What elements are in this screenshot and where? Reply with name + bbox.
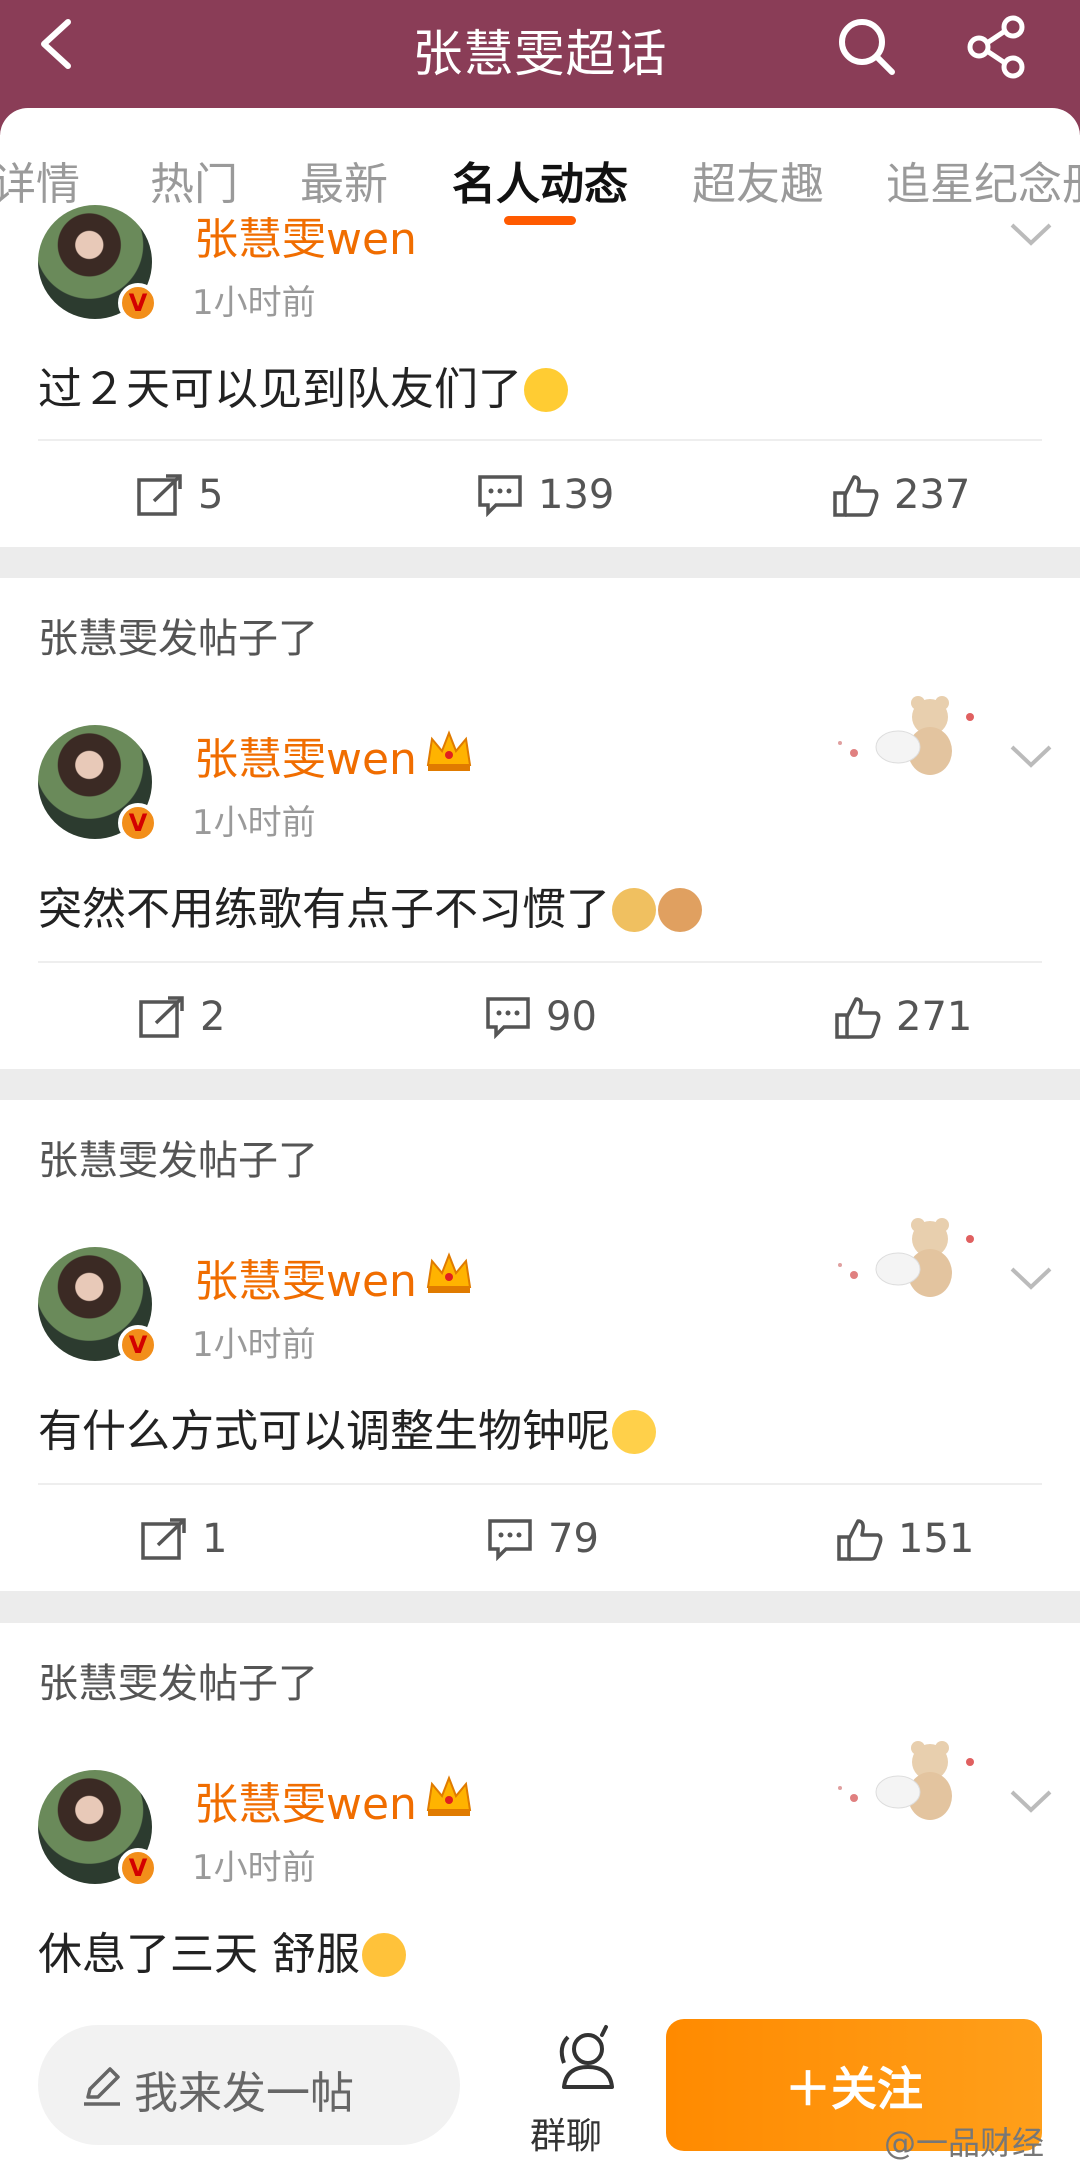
tab-fan-fun[interactable]: 超友趣: [692, 148, 824, 212]
compose-post-button[interactable]: 我来发一帖: [38, 2025, 460, 2145]
chevron-down-icon[interactable]: [1008, 1263, 1054, 1293]
relieved-emoji-icon: [362, 1933, 406, 1977]
avatar[interactable]: V: [38, 1247, 158, 1365]
divider: [38, 1483, 1042, 1485]
repost-button[interactable]: 2: [138, 992, 268, 1042]
group-chat-button[interactable]: 群聊: [520, 2023, 650, 2157]
section-header: 张慧雯发帖子了: [0, 1100, 1080, 1205]
group-chat-label: 群聊: [530, 2116, 603, 2157]
repost-count: 5: [198, 472, 224, 518]
watermark: @一品财经: [884, 2124, 1045, 2162]
comment-button[interactable]: 90: [484, 992, 634, 1042]
crown-badge-icon: [426, 1775, 472, 1816]
post-text: 突然不用练歌有点子不习惯了: [38, 873, 702, 937]
post-time: 1小时前: [192, 283, 316, 323]
crown-badge-icon: [426, 1252, 472, 1293]
post-text-content: 有什么方式可以调整生物钟呢: [38, 1406, 610, 1457]
repost-icon: [139, 996, 184, 1038]
doge-emoji-icon: [612, 888, 656, 932]
post-text-content: 休息了三天 舒服: [38, 1929, 360, 1980]
repost-count: 1: [202, 1516, 228, 1562]
comment-count: 79: [548, 1516, 599, 1562]
comment-button[interactable]: 79: [486, 1514, 636, 1564]
verified-badge: V: [118, 1325, 158, 1365]
author-name[interactable]: 张慧雯wen: [194, 203, 417, 267]
post-time: 1小时前: [192, 1848, 316, 1888]
comment-button[interactable]: 139: [476, 470, 626, 520]
chevron-down-icon[interactable]: [1008, 219, 1054, 249]
section-header: 张慧雯发帖子了: [0, 1623, 1080, 1728]
post-card[interactable]: V 张慧雯wen 1小时前 突然不用练歌有点子不习惯了 2 90 271: [0, 681, 1080, 1069]
cat-emoji-icon: [658, 888, 702, 932]
repost-icon: [141, 1518, 186, 1560]
active-tab-indicator: [504, 216, 576, 225]
post-text: 休息了三天 舒服: [38, 1918, 406, 1982]
section-header: 张慧雯发帖子了: [0, 578, 1080, 683]
post-text: 有什么方式可以调整生物钟呢: [38, 1395, 656, 1459]
like-button[interactable]: 151: [836, 1514, 986, 1564]
verified-badge: V: [118, 283, 158, 323]
section-label: 张慧雯发帖子了: [38, 616, 318, 662]
like-count: 151: [898, 1516, 975, 1562]
repost-button[interactable]: 5: [136, 470, 266, 520]
like-button[interactable]: 271: [834, 992, 984, 1042]
teddy-bear-decoration-icon: [838, 1741, 974, 1820]
comment-icon: [488, 1519, 532, 1561]
page-title: 张慧雯超话: [412, 25, 668, 83]
section-label: 张慧雯发帖子了: [38, 1661, 318, 1707]
avatar[interactable]: V: [38, 1770, 158, 1888]
glasses-emoji-icon: [612, 1410, 656, 1454]
like-count: 237: [894, 472, 971, 518]
comment-icon: [478, 475, 522, 517]
post-card[interactable]: V 张慧雯wen 1小时前 过２天可以见到队友们了 5 139 237: [0, 205, 1080, 547]
tab-details[interactable]: 详情: [0, 148, 80, 212]
post-card[interactable]: V 张慧雯wen 1小时前 休息了三天 舒服: [0, 1726, 1080, 2005]
crown-badge-icon: [426, 730, 472, 771]
post-time: 1小时前: [192, 803, 316, 843]
follow-label: ＋关注: [785, 2062, 923, 2116]
group-chat-icon: [559, 2025, 614, 2089]
section-label: 张慧雯发帖子了: [38, 1138, 318, 1184]
repost-icon: [137, 474, 182, 516]
post-card[interactable]: V 张慧雯wen 1小时前 有什么方式可以调整生物钟呢 1 79 151: [0, 1203, 1080, 1591]
like-button[interactable]: 237: [832, 470, 982, 520]
compose-label: 我来发一帖: [134, 2068, 354, 2119]
post-text-content: 过２天可以见到队友们了: [38, 364, 522, 415]
tab-fan-memorial[interactable]: 追星纪念册: [886, 148, 1080, 212]
repost-count: 2: [200, 994, 226, 1040]
thumbs-up-icon: [835, 997, 881, 1039]
comment-count: 139: [538, 472, 615, 518]
teddy-bear-decoration-icon: [838, 1218, 974, 1297]
thumbs-up-icon: [837, 1519, 883, 1561]
teddy-bear-decoration-icon: [838, 696, 974, 775]
author-name[interactable]: 张慧雯wen: [194, 723, 417, 787]
post-text: 过２天可以见到队友们了: [38, 353, 568, 417]
verified-badge: V: [118, 803, 158, 843]
share-icon[interactable]: [963, 12, 1033, 82]
avatar[interactable]: V: [38, 205, 158, 323]
tab-celebrity-updates[interactable]: 名人动态: [452, 148, 628, 212]
avatar[interactable]: V: [38, 725, 158, 843]
divider: [38, 961, 1042, 963]
verified-badge: V: [118, 1848, 158, 1888]
post-text-content: 突然不用练歌有点子不习惯了: [38, 884, 610, 935]
divider: [38, 439, 1042, 441]
pencil-icon: [84, 2067, 120, 2106]
author-name[interactable]: 张慧雯wen: [194, 1245, 417, 1309]
thumbs-up-icon: [833, 475, 879, 517]
chevron-down-icon[interactable]: [1008, 1786, 1054, 1816]
comment-count: 90: [546, 994, 597, 1040]
comment-icon: [486, 997, 530, 1039]
repost-button[interactable]: 1: [140, 1514, 270, 1564]
search-icon[interactable]: [832, 12, 902, 82]
hug-emoji-icon: [524, 368, 568, 412]
tab-bar: 详情 热门 最新 名人动态 超友趣 追星纪念册: [0, 108, 1080, 233]
like-count: 271: [896, 994, 973, 1040]
chevron-down-icon[interactable]: [1008, 741, 1054, 771]
author-name[interactable]: 张慧雯wen: [194, 1768, 417, 1832]
post-time: 1小时前: [192, 1325, 316, 1365]
